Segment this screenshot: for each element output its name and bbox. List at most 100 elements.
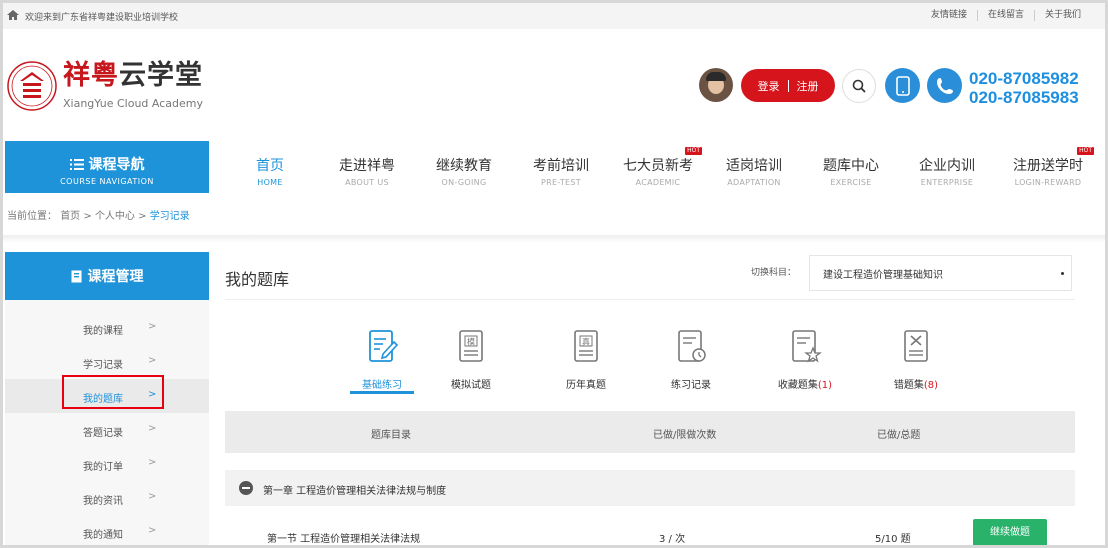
nav-label: 首页 — [256, 158, 284, 174]
table-header: 题库目录 已做/限做次数 已做/总题 — [225, 411, 1075, 453]
progress-value: 5/10 题 — [875, 534, 911, 545]
hotline-1: 020-87085982 — [969, 69, 1079, 88]
nav-label-en: EXERCISE — [830, 178, 872, 187]
home-icon[interactable] — [7, 10, 19, 20]
online-message-link[interactable]: 在线留言 — [976, 10, 1034, 21]
chapter-row[interactable]: 第一章 工程造价管理相关法律法规与制度 — [225, 470, 1075, 506]
book-icon — [71, 270, 81, 282]
login-link[interactable]: 登录 — [758, 78, 780, 94]
nav-label: 继续教育 — [436, 158, 492, 174]
nav-adaptation[interactable]: 适岗培训 ADAPTATION — [710, 141, 798, 193]
sidebar-item-my-orders[interactable]: 我的订单 > — [5, 447, 209, 481]
search-icon — [852, 79, 866, 93]
nav-academic[interactable]: HOT 七大员新考 ACADEMIC — [612, 141, 704, 193]
school-logo[interactable] — [7, 61, 57, 111]
nav-label-en: PRE-TEST — [541, 178, 581, 187]
chapter-title: 第一章 工程造价管理相关法律法规与制度 — [263, 486, 447, 497]
sidebar-title: 课程管理 — [87, 269, 144, 285]
nav-label-en: ADAPTATION — [727, 178, 781, 187]
nav-login-reward[interactable]: HOT 注册送学时 LOGIN-REWARD — [998, 141, 1098, 193]
dropdown-indicator-icon — [1061, 272, 1064, 275]
sidebar-item-my-courses[interactable]: 我的课程 > — [5, 311, 209, 345]
nav-enterprise[interactable]: 企业内训 ENTERPRISE — [903, 141, 991, 193]
nav-label: 适岗培训 — [726, 158, 782, 174]
nav-pretest[interactable]: 考前培训 PRE-TEST — [517, 141, 605, 193]
about-us-link[interactable]: 关于我们 — [1033, 10, 1091, 21]
breadcrumb-mid[interactable]: 个人中心 — [95, 211, 135, 222]
chevron-right-icon: > — [148, 525, 157, 536]
tab-label: 历年真题 — [566, 380, 606, 391]
column-header: 已做/限做次数 — [653, 430, 717, 441]
nav-home[interactable]: 首页 HOME — [226, 141, 314, 193]
sidebar-item-label: 答题记录 — [83, 428, 123, 439]
section-name: 第一节 工程造价管理相关法律法规 — [267, 534, 421, 545]
wrong-count: (8) — [923, 380, 939, 391]
hot-badge: HOT — [1077, 147, 1094, 155]
tab-label: 基础练习 — [362, 380, 402, 391]
breadcrumb-separator: > — [83, 211, 95, 222]
phone-button[interactable] — [927, 68, 962, 103]
nav-label-en: ON-GOING — [441, 178, 487, 187]
friend-links-link[interactable]: 友情链接 — [921, 10, 977, 21]
nav-label: 题库中心 — [823, 158, 879, 174]
search-button[interactable] — [842, 69, 876, 103]
star-doc-icon — [792, 330, 822, 363]
mobile-button[interactable] — [885, 68, 920, 103]
sidebar-item-label: 我的资讯 — [83, 496, 123, 507]
subject-select[interactable]: 建设工程造价管理基础知识 — [809, 255, 1072, 291]
column-header: 题库目录 — [371, 430, 411, 441]
tab-wrong-questions[interactable]: 错题集(8) — [876, 328, 956, 391]
course-navigation-button[interactable]: 课程导航 COURSE NAVIGATION — [5, 141, 209, 193]
chevron-right-icon: > — [148, 457, 157, 468]
tab-past-exams[interactable]: 真 历年真题 — [546, 328, 626, 391]
phone-icon — [936, 77, 953, 94]
continue-button[interactable]: 继续做题 — [973, 519, 1047, 545]
table-row: 第一节 工程造价管理相关法律法规 3 / 次 5/10 题 — [225, 519, 1075, 545]
login-register-button[interactable]: 登录 注册 — [741, 69, 835, 102]
register-link[interactable]: 注册 — [797, 78, 819, 94]
sidebar-item-my-news[interactable]: 我的资讯 > — [5, 481, 209, 515]
brand-name: 祥粤云学堂 — [63, 61, 203, 91]
hotline-2: 020-87085983 — [969, 88, 1079, 107]
tab-label: 错题集(8) — [876, 376, 956, 391]
course-nav-subtitle: COURSE NAVIGATION — [60, 177, 154, 186]
chevron-right-icon: > — [148, 423, 157, 434]
pencil-doc-icon — [369, 330, 399, 362]
collapse-icon[interactable] — [239, 481, 253, 495]
breadcrumb-current: 学习记录 — [149, 211, 190, 222]
clock-doc-icon — [678, 330, 706, 362]
tab-basic-practice[interactable]: 基础练习 — [342, 328, 422, 391]
top-bar: 欢迎来到广东省祥粤建设职业培训学校 友情链接 在线留言 关于我们 — [3, 3, 1105, 29]
divider — [3, 235, 1105, 243]
tab-mock-exam[interactable]: 模 模拟试题 — [431, 328, 511, 391]
divider — [225, 299, 1075, 300]
breadcrumb-home[interactable]: 首页 — [60, 211, 80, 222]
mock-glyph: 模 — [467, 337, 475, 347]
nav-ongoing[interactable]: 继续教育 ON-GOING — [420, 141, 508, 193]
breadcrumb-prefix: 当前位置： — [7, 211, 57, 222]
tab-practice-records[interactable]: 练习记录 — [651, 328, 731, 391]
sidebar-item-answer-records[interactable]: 答题记录 > — [5, 413, 209, 447]
tab-label-text: 收藏题集 — [777, 380, 818, 391]
nav-label-en: ABOUT US — [345, 178, 389, 187]
sidebar-item-label: 我的通知 — [83, 530, 123, 541]
column-header: 已做/总题 — [877, 430, 921, 441]
tab-favorites[interactable]: 收藏题集(1) — [765, 328, 845, 391]
brand-dark: 云学堂 — [119, 60, 203, 91]
nav-about[interactable]: 走进祥粤 ABOUT US — [323, 141, 411, 193]
breadcrumb-separator: > — [138, 211, 150, 222]
top-links: 友情链接 在线留言 关于我们 — [921, 10, 1091, 21]
attempts-value: 3 / 次 — [659, 534, 686, 545]
nav-exercise[interactable]: 题库中心 EXERCISE — [807, 141, 895, 193]
welcome-text: 欢迎来到广东省祥粤建设职业培训学校 — [25, 13, 179, 23]
brand-red: 祥粤 — [63, 60, 119, 91]
sidebar-item-study-records[interactable]: 学习记录 > — [5, 345, 209, 379]
brand-english: XiangYue Cloud Academy — [63, 97, 203, 110]
avatar[interactable] — [699, 68, 733, 102]
nav-label: 注册送学时 — [1013, 158, 1083, 174]
x-doc-icon — [904, 330, 928, 362]
nav-label-en: LOGIN-REWARD — [1014, 178, 1082, 187]
sidebar-item-my-notices[interactable]: 我的通知 > — [5, 515, 209, 545]
real-doc-icon: 真 — [574, 330, 598, 362]
nav-label: 企业内训 — [919, 158, 975, 174]
